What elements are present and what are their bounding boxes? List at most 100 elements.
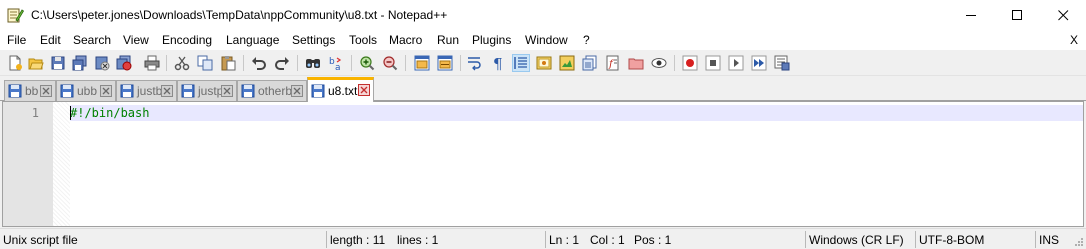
tab-otherb[interactable]: otherb [237,80,307,101]
open-file-icon[interactable] [27,54,45,72]
minimize-button[interactable] [948,0,994,31]
tab-bb[interactable]: bb [4,80,56,101]
tab-close-icon [161,85,173,97]
status-insert-mode[interactable]: INS [1036,229,1059,249]
folder-as-workspace-icon[interactable] [627,54,645,72]
redo-icon[interactable] [273,54,291,72]
tab-ubb[interactable]: ubb [56,80,116,101]
status-bar: Unix script file length : 11 lines : 1 L… [0,228,1086,249]
resize-grip-icon[interactable] [1074,237,1084,247]
tab-close-icon [40,85,52,97]
tab-close-icon [100,85,112,97]
saved-file-icon [311,84,325,98]
editor-pane[interactable]: 1 #!/bin/bash [2,101,1084,227]
monitoring-icon[interactable] [650,54,668,72]
code-line[interactable]: #!/bin/bash [70,106,149,120]
menu-macro[interactable]: Macro [389,33,422,47]
tab-label: u8.txt [328,84,358,98]
tab-justb[interactable]: justb [116,80,177,101]
user-defined-language-icon[interactable] [535,54,553,72]
line-number: 1 [31,106,39,120]
show-all-characters-icon[interactable]: ¶ [489,54,507,72]
status-eol-format[interactable]: Windows (CR LF) [806,229,904,249]
paste-icon[interactable] [219,54,237,72]
notepad-plus-plus-app-icon [7,7,25,24]
tab-close-icon [221,85,233,97]
menu-help[interactable]: ? [583,33,590,47]
tab-u8-txt[interactable]: u8.txt [307,77,374,102]
playback-icon[interactable] [727,54,745,72]
word-wrap-icon[interactable] [466,54,484,72]
tab-label: otherb [258,84,293,98]
cut-icon[interactable] [173,54,191,72]
menu-run[interactable]: Run [437,33,459,47]
close-all-icon[interactable] [115,54,133,72]
svg-text:¶: ¶ [493,55,503,71]
close-document-button[interactable]: X [1070,33,1078,47]
maximize-button[interactable] [994,0,1040,31]
document-list-icon[interactable] [581,54,599,72]
tab-close-icon [291,85,303,97]
toolbar-separator [297,55,298,71]
print-icon[interactable] [143,54,161,72]
menu-settings[interactable]: Settings [292,33,335,47]
tab-label: bb [25,84,39,98]
tab-justp[interactable]: justp [177,80,237,101]
text-caret [70,106,71,120]
zoom-out-icon[interactable] [381,54,399,72]
start-recording-icon[interactable] [681,54,699,72]
new-file-icon[interactable] [6,54,24,72]
saved-file-icon [60,84,74,98]
copy-icon[interactable] [196,54,214,72]
maximize-icon [1011,10,1022,20]
save-icon[interactable] [49,54,67,72]
menu-search[interactable]: Search [73,33,111,47]
zoom-in-icon[interactable] [358,54,376,72]
tab-label: ubb [77,84,98,98]
status-encoding[interactable]: UTF-8-BOM [916,229,984,249]
stop-recording-icon[interactable] [704,54,722,72]
saved-file-icon [241,84,255,98]
toolbar-separator [674,55,675,71]
menu-encoding[interactable]: Encoding [162,33,212,47]
tab-label: justb [137,84,163,98]
status-language: Unix script file [3,232,78,247]
close-file-icon[interactable] [93,54,111,72]
menu-plugins[interactable]: Plugins [472,33,511,47]
sync-vertical-scroll-icon[interactable] [413,54,431,72]
status-column: Col : 1 [590,232,625,247]
menu-tools[interactable]: Tools [349,33,377,47]
close-icon [1057,10,1068,21]
save-all-icon[interactable] [71,54,89,72]
function-list-icon[interactable]: f [604,54,622,72]
title-bar[interactable]: C:\Users\peter.jones\Downloads\TempData\… [0,0,1086,31]
save-macro-icon[interactable] [773,54,791,72]
status-position: Pos : 1 [634,232,672,247]
close-window-button[interactable] [1040,0,1086,31]
status-lines: lines : 1 [397,232,439,247]
menu-window[interactable]: Window [525,33,568,47]
toolbar-separator [351,55,352,71]
menu-bar: File Edit Search View Encoding Language … [0,31,1086,50]
tab-strip: bb ubb justb justp otherb u8.txt [0,77,1086,102]
toolbar: ba ¶ f [0,50,1086,76]
run-macro-multiple-icon[interactable] [750,54,768,72]
svg-text:a: a [335,63,341,71]
replace-icon[interactable]: ba [327,54,345,72]
tab-close-icon [358,84,370,96]
undo-icon[interactable] [250,54,268,72]
indent-guide-icon[interactable] [512,54,530,72]
minimize-icon [965,15,976,16]
fold-margin[interactable] [53,102,70,226]
menu-edit[interactable]: Edit [40,33,61,47]
find-icon[interactable] [304,54,322,72]
document-map-icon[interactable] [558,54,576,72]
sync-horizontal-scroll-icon[interactable] [436,54,454,72]
toolbar-separator [166,55,167,71]
menu-language[interactable]: Language [226,33,279,47]
status-length: length : 11 [330,232,386,247]
menu-view[interactable]: View [123,33,149,47]
menu-file[interactable]: File [7,33,26,47]
line-number-gutter[interactable]: 1 [3,102,53,226]
status-line-number: Ln : 1 [549,232,580,247]
